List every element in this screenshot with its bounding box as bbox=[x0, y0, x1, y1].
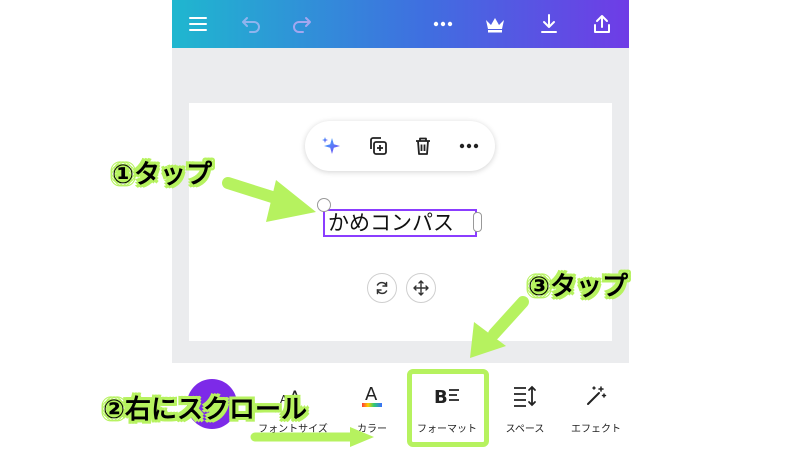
rotate-icon[interactable] bbox=[367, 273, 397, 303]
undo-icon[interactable] bbox=[237, 10, 265, 38]
element-floating-toolbar bbox=[305, 121, 495, 171]
move-icon[interactable] bbox=[406, 273, 436, 303]
more-icon[interactable] bbox=[455, 132, 483, 160]
toolbar-label: カラー bbox=[357, 424, 387, 435]
duplicate-icon[interactable] bbox=[364, 132, 392, 160]
redo-icon[interactable] bbox=[288, 10, 316, 38]
annotation-step3: ③タップ bbox=[528, 272, 629, 302]
toolbar-color[interactable]: A カラー bbox=[333, 376, 411, 442]
selected-text-element[interactable]: かめコンパス bbox=[323, 209, 477, 237]
svg-text:A: A bbox=[365, 384, 378, 405]
magic-sparkle-icon[interactable] bbox=[317, 132, 345, 160]
more-icon[interactable] bbox=[429, 10, 457, 38]
top-toolbar bbox=[172, 0, 629, 48]
share-icon[interactable] bbox=[588, 10, 616, 38]
rotate-handle[interactable] bbox=[317, 198, 331, 212]
toolbar-label: エフェクト bbox=[571, 424, 621, 435]
format-highlight-box bbox=[407, 369, 489, 447]
download-icon[interactable] bbox=[535, 10, 563, 38]
crown-icon[interactable] bbox=[481, 10, 509, 38]
toolbar-spacing[interactable]: スペース bbox=[486, 376, 564, 442]
resize-handle[interactable] bbox=[473, 212, 482, 232]
toolbar-effects[interactable]: エフェクト bbox=[557, 376, 629, 442]
spacing-icon bbox=[512, 381, 538, 411]
annotation-step2: ②右にスクロール bbox=[103, 395, 308, 425]
app-screen: かめコンパス AA フォントサイズ A カラー B フォーマット スペース エフ… bbox=[172, 0, 629, 450]
effects-icon bbox=[584, 381, 608, 411]
trash-icon[interactable] bbox=[409, 132, 437, 160]
annotation-step1: ①タップ bbox=[112, 160, 213, 190]
toolbar-label: スペース bbox=[505, 424, 545, 435]
menu-icon[interactable] bbox=[184, 10, 212, 38]
text-color-icon: A bbox=[360, 381, 384, 411]
